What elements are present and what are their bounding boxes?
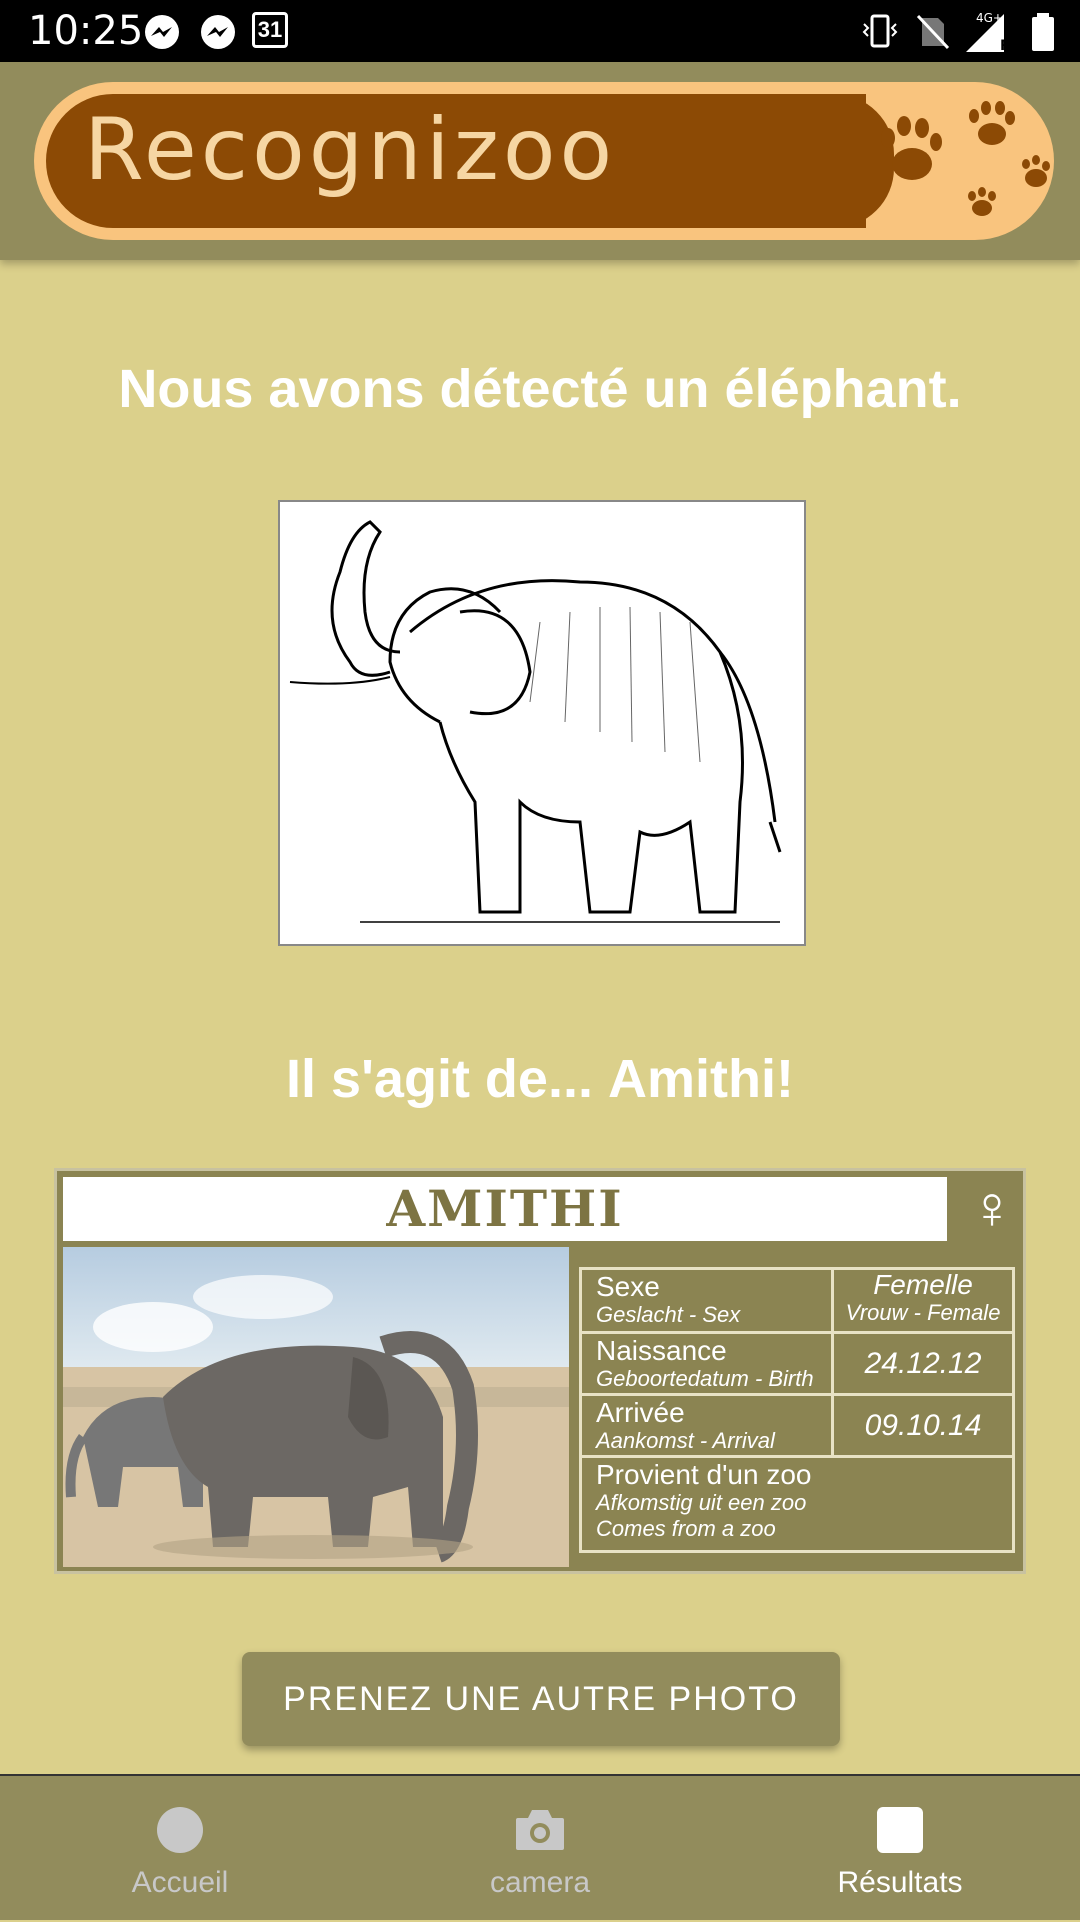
info-sublabel: Aankomst - Arrival [596,1428,775,1453]
female-symbol-icon: ♀ [969,1174,1015,1241]
battery-icon [1032,13,1054,51]
nav-item-camera[interactable]: camera [360,1776,720,1922]
calendar-icon: 31 [252,12,288,48]
elephant-illustration [278,500,806,946]
bottom-navigation: Accueil camera Résultats [0,1774,1080,1920]
nav-item-accueil[interactable]: Accueil [0,1776,360,1922]
camera-icon [516,1810,564,1850]
info-value: 24.12.12 [864,1347,982,1380]
take-another-photo-button[interactable]: PRENEZ UNE AUTRE PHOTO [242,1652,840,1746]
info-label: Provient d'un zoo [596,1459,812,1490]
paw-prints-icon [881,101,1050,216]
info-sublabel: Geslacht - Sex [596,1302,741,1327]
identity-heading: Il s'agit de... Amithi! [0,1048,1080,1110]
calendar-day: 31 [257,17,283,42]
info-row-arrival: Arrivée Aankomst - Arrival 09.10.14 [582,1396,1012,1458]
circle-icon [157,1807,203,1853]
signal-4g-icon: 4G+ R [966,11,1011,54]
info-label: Sexe [596,1271,660,1302]
card-info-table: Sexe Geslacht - Sex Femelle Vrouw - Fema… [579,1267,1015,1553]
elephant-photo [63,1247,569,1567]
info-sublabel: Geboortedatum - Birth [596,1366,814,1391]
info-sublabel: Afkomstig uit een zoo [596,1490,807,1515]
vibrate-icon [862,14,898,48]
card-animal-name: AMITHI [63,1177,947,1241]
status-time: 10:25 [28,8,144,54]
nav-label: Accueil [131,1866,229,1899]
nav-label: Résultats [837,1866,963,1899]
animal-id-card: AMITHI ♀ Sexe Geslacht - Sex Femelle Vro… [54,1168,1026,1574]
app-logo-text: Recognizoo [84,100,617,200]
app-bar: Recognizoo [0,62,1080,260]
nav-label: camera [489,1866,591,1899]
app-logo: Recognizoo [34,82,1054,240]
info-value-sub: Vrouw - Female [845,1300,1001,1325]
info-row-sex: Sexe Geslacht - Sex Femelle Vrouw - Fema… [582,1270,1012,1334]
detection-heading: Nous avons détecté un éléphant. [118,359,962,419]
no-sim-icon [916,14,950,50]
square-icon [877,1807,923,1853]
messenger-icon [201,15,235,49]
info-value: Femelle [873,1269,973,1300]
info-row-origin: Provient d'un zoo Afkomstig uit een zoo … [582,1458,1012,1550]
info-row-birth: Naissance Geboortedatum - Birth 24.12.12 [582,1334,1012,1396]
info-label: Naissance [596,1335,727,1366]
info-label: Arrivée [596,1397,685,1428]
messenger-icon [145,15,179,49]
roaming-label: R [1000,38,1011,54]
status-bar: 10:25 31 4G+ R [0,0,1080,62]
info-value: 09.10.14 [864,1409,982,1442]
network-label: 4G+ [976,11,1003,25]
identity-prefix: Il s'agit de... [286,1049,608,1109]
nav-item-resultats[interactable]: Résultats [720,1776,1080,1922]
info-sublabel: Comes from a zoo [596,1516,776,1541]
identity-name: Amithi! [607,1049,794,1109]
